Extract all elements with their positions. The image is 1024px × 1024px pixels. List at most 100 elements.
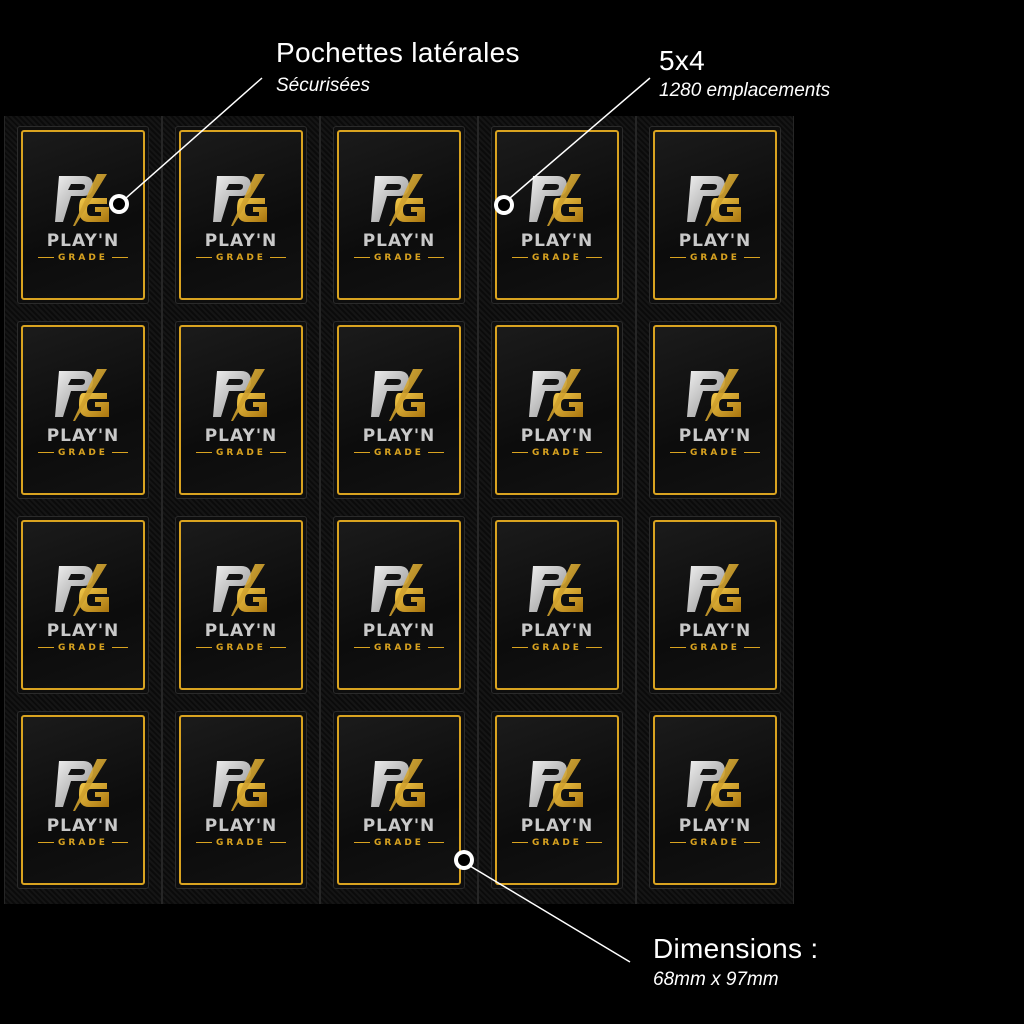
card-back: PLAY'N GRADE [653,520,777,690]
card-pocket[interactable]: PLAY'N GRADE [333,321,465,499]
card-brand-name: PLAY'N [46,621,120,641]
pg-logo-icon [55,759,109,811]
card-brand-name: PLAY'N [520,816,594,836]
pg-logo-icon [687,369,741,421]
card-brand-sub: GRADE [23,253,143,263]
card-brand-name: PLAY'N [678,231,752,251]
card-brand-sub: GRADE [23,643,143,653]
card-pocket[interactable]: PLAY'N GRADE [649,321,781,499]
card-brand-sub: GRADE [655,253,775,263]
binder-column: PLAY'N GRADE PLAY'N GRADE PLAY'N GRADE P… [162,116,320,904]
card-brand-name: PLAY'N [678,426,752,446]
pg-logo-icon [213,174,267,226]
pg-logo-icon [529,174,583,226]
card-back: PLAY'N GRADE [495,715,619,885]
card-brand-name: PLAY'N [678,816,752,836]
card-back: PLAY'N GRADE [337,130,461,300]
card-pocket[interactable]: PLAY'N GRADE [17,711,149,889]
card-brand-name: PLAY'N [204,621,278,641]
card-brand-name: PLAY'N [204,426,278,446]
pg-logo-icon [55,369,109,421]
card-back: PLAY'N GRADE [495,325,619,495]
card-back: PLAY'N GRADE [21,130,145,300]
card-brand-sub: GRADE [181,643,301,653]
card-brand-sub: GRADE [23,448,143,458]
binder-column: PLAY'N GRADE PLAY'N GRADE PLAY'N GRADE P… [478,116,636,904]
card-brand-sub: GRADE [181,448,301,458]
pg-logo-icon [529,759,583,811]
card-back: PLAY'N GRADE [179,715,303,885]
card-brand-name: PLAY'N [204,816,278,836]
dimensions-callout-subtitle: 68mm x 97mm [653,969,779,990]
card-pocket[interactable]: PLAY'N GRADE [17,126,149,304]
binder-column: PLAY'N GRADE PLAY'N GRADE PLAY'N GRADE P… [636,116,794,904]
card-pocket[interactable]: PLAY'N GRADE [491,711,623,889]
pg-logo-icon [687,564,741,616]
card-brand-name: PLAY'N [362,426,436,446]
card-pocket[interactable]: PLAY'N GRADE [491,126,623,304]
card-pocket[interactable]: PLAY'N GRADE [175,711,307,889]
card-pocket[interactable]: PLAY'N GRADE [17,321,149,499]
card-back: PLAY'N GRADE [179,520,303,690]
card-pocket[interactable]: PLAY'N GRADE [649,126,781,304]
card-brand-sub: GRADE [181,838,301,848]
card-brand-sub: GRADE [497,253,617,263]
card-pocket[interactable]: PLAY'N GRADE [333,516,465,694]
card-brand-sub: GRADE [23,838,143,848]
binder-page: PLAY'N GRADE PLAY'N GRADE PLAY'N GRADE P… [4,116,794,904]
card-back: PLAY'N GRADE [179,130,303,300]
card-brand-sub: GRADE [339,643,459,653]
card-pocket[interactable]: PLAY'N GRADE [175,321,307,499]
card-brand-name: PLAY'N [46,816,120,836]
card-pocket[interactable]: PLAY'N GRADE [175,516,307,694]
pg-logo-icon [371,174,425,226]
card-brand-name: PLAY'N [362,816,436,836]
card-back: PLAY'N GRADE [21,325,145,495]
grid-callout-title: 5x4 [659,45,706,76]
grid-callout-subtitle: 1280 emplacements [659,80,831,101]
card-back: PLAY'N GRADE [21,520,145,690]
card-brand-name: PLAY'N [362,621,436,641]
card-back: PLAY'N GRADE [653,715,777,885]
card-pocket[interactable]: PLAY'N GRADE [649,711,781,889]
card-brand-name: PLAY'N [46,426,120,446]
card-brand-sub: GRADE [497,448,617,458]
binder-column: PLAY'N GRADE PLAY'N GRADE PLAY'N GRADE P… [320,116,478,904]
pg-logo-icon [213,759,267,811]
pg-logo-icon [213,369,267,421]
card-brand-sub: GRADE [497,838,617,848]
card-pocket[interactable]: PLAY'N GRADE [491,516,623,694]
card-pocket[interactable]: PLAY'N GRADE [17,516,149,694]
card-back: PLAY'N GRADE [21,715,145,885]
pg-logo-icon [213,564,267,616]
card-back: PLAY'N GRADE [337,520,461,690]
pg-logo-icon [529,369,583,421]
card-pocket[interactable]: PLAY'N GRADE [649,516,781,694]
pockets-callout-title: Pochettes latérales [276,37,520,68]
card-brand-name: PLAY'N [362,231,436,251]
card-pocket[interactable]: PLAY'N GRADE [333,126,465,304]
pg-logo-icon [529,564,583,616]
pg-logo-icon [371,369,425,421]
card-back: PLAY'N GRADE [495,130,619,300]
card-pocket[interactable]: PLAY'N GRADE [175,126,307,304]
card-pocket[interactable]: PLAY'N GRADE [333,711,465,889]
pg-logo-icon [55,564,109,616]
card-brand-sub: GRADE [655,643,775,653]
card-brand-name: PLAY'N [520,231,594,251]
pg-logo-icon [371,759,425,811]
pg-logo-icon [687,174,741,226]
card-brand-sub: GRADE [181,253,301,263]
card-brand-name: PLAY'N [204,231,278,251]
card-back: PLAY'N GRADE [337,325,461,495]
card-back: PLAY'N GRADE [653,130,777,300]
card-brand-name: PLAY'N [520,426,594,446]
dimensions-callout-title: Dimensions : [653,933,819,964]
card-brand-sub: GRADE [339,838,459,848]
pg-logo-icon [687,759,741,811]
card-brand-sub: GRADE [655,838,775,848]
card-pocket[interactable]: PLAY'N GRADE [491,321,623,499]
card-back: PLAY'N GRADE [495,520,619,690]
card-brand-sub: GRADE [655,448,775,458]
pockets-callout-subtitle: Sécurisées [276,75,370,96]
